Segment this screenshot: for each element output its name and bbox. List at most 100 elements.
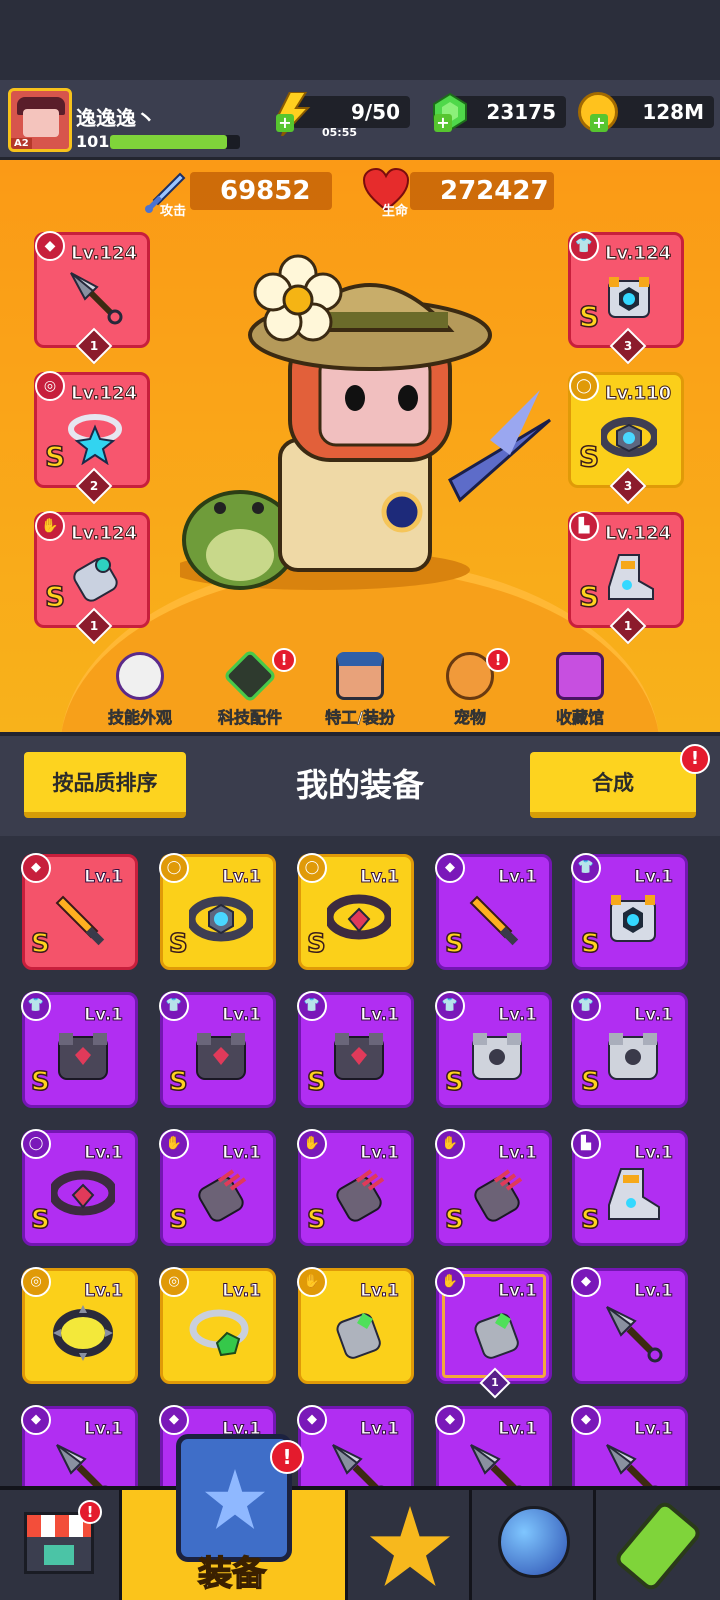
item-level: Lv.1	[222, 1005, 262, 1026]
avatar-face	[23, 109, 59, 137]
equipped-glove-slot[interactable]: ✋ Lv.124 S 1	[34, 511, 150, 645]
inventory-item[interactable]: 👕 Lv.1 S	[21, 991, 138, 1108]
inventory-item[interactable]: ◆ Lv.1	[435, 1405, 552, 1486]
item-level: Lv.1	[84, 1281, 124, 1302]
inventory-item[interactable]: ✋ Lv.1 1	[435, 1267, 552, 1399]
inventory-item[interactable]: ◯ Lv.1 S	[21, 1129, 138, 1246]
item-grade: S	[578, 579, 600, 614]
inventory-item[interactable]: 👕 Lv.1 S	[571, 991, 688, 1108]
item-grade: S	[44, 439, 66, 474]
inventory-item[interactable]: ◆ Lv.1 S	[435, 853, 552, 970]
inventory-item[interactable]: 👕 Lv.1 S	[571, 853, 688, 970]
rank-badge: A2	[11, 138, 32, 149]
inventory-item[interactable]: ◆ Lv.1 S	[21, 853, 138, 970]
shop-tab[interactable]: !	[0, 1490, 122, 1600]
gauntlet-icon	[67, 549, 123, 605]
add-gems-button[interactable]: +	[434, 114, 452, 132]
inventory-item[interactable]: ◆ Lv.1	[571, 1405, 688, 1486]
system-status-bar	[0, 0, 720, 80]
equipped-boot-slot[interactable]: ▙ Lv.124 S 1	[568, 511, 684, 645]
merge-button[interactable]: 合成	[530, 752, 696, 818]
inventory-item[interactable]: ▙ Lv.1 S	[571, 1129, 688, 1246]
player-avatar[interactable]: A2	[8, 88, 72, 152]
inventory-item[interactable]: ◎ Lv.1	[21, 1267, 138, 1384]
star-count-value: 1	[89, 339, 99, 353]
glove-slot-icon: ✋	[435, 1267, 465, 1297]
world-tab[interactable]	[472, 1490, 596, 1600]
menu-pet[interactable]: 宠物 !	[420, 648, 520, 728]
green-gauntlet-icon	[465, 1301, 529, 1365]
belt-slot-icon: ◯	[21, 1129, 51, 1159]
item-level: Lv.1	[360, 1005, 400, 1026]
inventory-item[interactable]: ◆ Lv.1	[571, 1267, 688, 1384]
item-grade: S	[168, 928, 188, 960]
inventory-item[interactable]: 👕 Lv.1 S	[159, 991, 276, 1108]
item-grade: S	[444, 928, 464, 960]
item-level: Lv.124	[70, 523, 138, 545]
menu-tech-parts[interactable]: 科技配件 !	[200, 648, 300, 728]
menu-label: 宠物	[453, 708, 487, 728]
alert-badge: !	[78, 1500, 102, 1524]
equipped-armor-slot[interactable]: 👕 Lv.124 S 3	[568, 231, 684, 365]
equipped-weapon-slot[interactable]: ◆ Lv.124 1	[34, 231, 150, 365]
item-grade: S	[444, 1204, 464, 1236]
item-level: Lv.1	[84, 1005, 124, 1026]
glove-slot-icon: ✋	[297, 1267, 327, 1297]
energy-timer: 05:55	[322, 126, 358, 139]
item-grade: S	[578, 439, 600, 474]
belt-icon: ◯	[569, 371, 599, 401]
kunai-icon	[51, 1439, 115, 1486]
inventory-item[interactable]: 👕 Lv.1 S	[297, 991, 414, 1108]
equipped-belt-slot[interactable]: ◯ Lv.110 S 3	[568, 371, 684, 505]
inventory-item[interactable]: ✋ Lv.1 S	[435, 1129, 552, 1246]
menu-collection[interactable]: 收藏馆	[530, 652, 630, 728]
armor-slot-icon: 👕	[571, 991, 601, 1021]
glove-slot-icon: ✋	[435, 1129, 465, 1159]
sort-by-quality-button[interactable]: 按品质排序	[24, 752, 186, 818]
equipment-title: 我的装备	[295, 766, 424, 804]
inventory-item[interactable]: ◯ Lv.1 S	[159, 853, 276, 970]
star-count-value: 2	[89, 479, 99, 493]
boot-icon: ▙	[569, 511, 599, 541]
menu-skill-skin[interactable]: 技能外观	[90, 652, 190, 728]
inventory-item[interactable]: ◯ Lv.1 S	[297, 853, 414, 970]
inventory-item[interactable]: ✋ Lv.1	[297, 1267, 414, 1384]
equipment-tab[interactable]: ! 装备	[122, 1434, 348, 1600]
inventory-item[interactable]: 👕 Lv.1 S	[435, 991, 552, 1108]
weapon-icon: ◆	[35, 231, 65, 261]
inventory-item[interactable]: ◎ Lv.1	[159, 1267, 276, 1384]
claw-gauntlet-icon	[465, 1163, 529, 1227]
item-level: Lv.110	[604, 383, 672, 405]
inventory-item[interactable]: ✋ Lv.1 S	[297, 1129, 414, 1246]
evolve-tab[interactable]	[596, 1490, 720, 1600]
add-energy-button[interactable]: +	[276, 114, 294, 132]
item-grade: S	[444, 1066, 464, 1098]
skills-tab[interactable]	[348, 1490, 472, 1600]
weapon-slot-icon: ◆	[21, 853, 51, 883]
kunai-icon	[327, 1439, 391, 1486]
item-level: Lv.1	[498, 1419, 538, 1440]
inventory-grid[interactable]: ◆ Lv.1 S ◯ Lv.1 S ◯ Lv.1 S ◆ Lv.1 S 👕 Lv.1 S 👕 Lv.1 S 👕 Lv.…	[0, 836, 720, 1486]
menu-label: 特工/装扮	[325, 708, 395, 728]
add-coins-button[interactable]: +	[590, 114, 608, 132]
inventory-item[interactable]: ✋ Lv.1 S	[159, 1129, 276, 1246]
weapon-slot-icon: ◆	[571, 1267, 601, 1297]
star-count: 1	[479, 1367, 511, 1399]
claw-gauntlet-icon	[189, 1163, 253, 1227]
hero-character[interactable]	[170, 240, 560, 620]
kunai-icon	[601, 1439, 665, 1486]
item-level: Lv.124	[70, 243, 138, 265]
inventory-item[interactable]: ◆ Lv.1	[21, 1405, 138, 1486]
equipped-necklace-slot[interactable]: ◎ Lv.124 S 2	[34, 371, 150, 505]
necklace-slot-icon: ◎	[21, 1267, 51, 1297]
star-necklace-icon	[67, 409, 123, 466]
item-grade: S	[30, 928, 50, 960]
glove-slot-icon: ✋	[159, 1129, 189, 1159]
silver-armor-icon	[601, 1025, 665, 1089]
menu-agent-costume[interactable]: 特工/装扮	[310, 652, 410, 728]
mech-boot-icon	[601, 1163, 665, 1227]
alert-badge: !	[486, 648, 510, 672]
menu-label: 科技配件	[217, 708, 283, 728]
inventory-item[interactable]: ◆ Lv.1	[297, 1405, 414, 1486]
item-grade: S	[578, 299, 600, 334]
